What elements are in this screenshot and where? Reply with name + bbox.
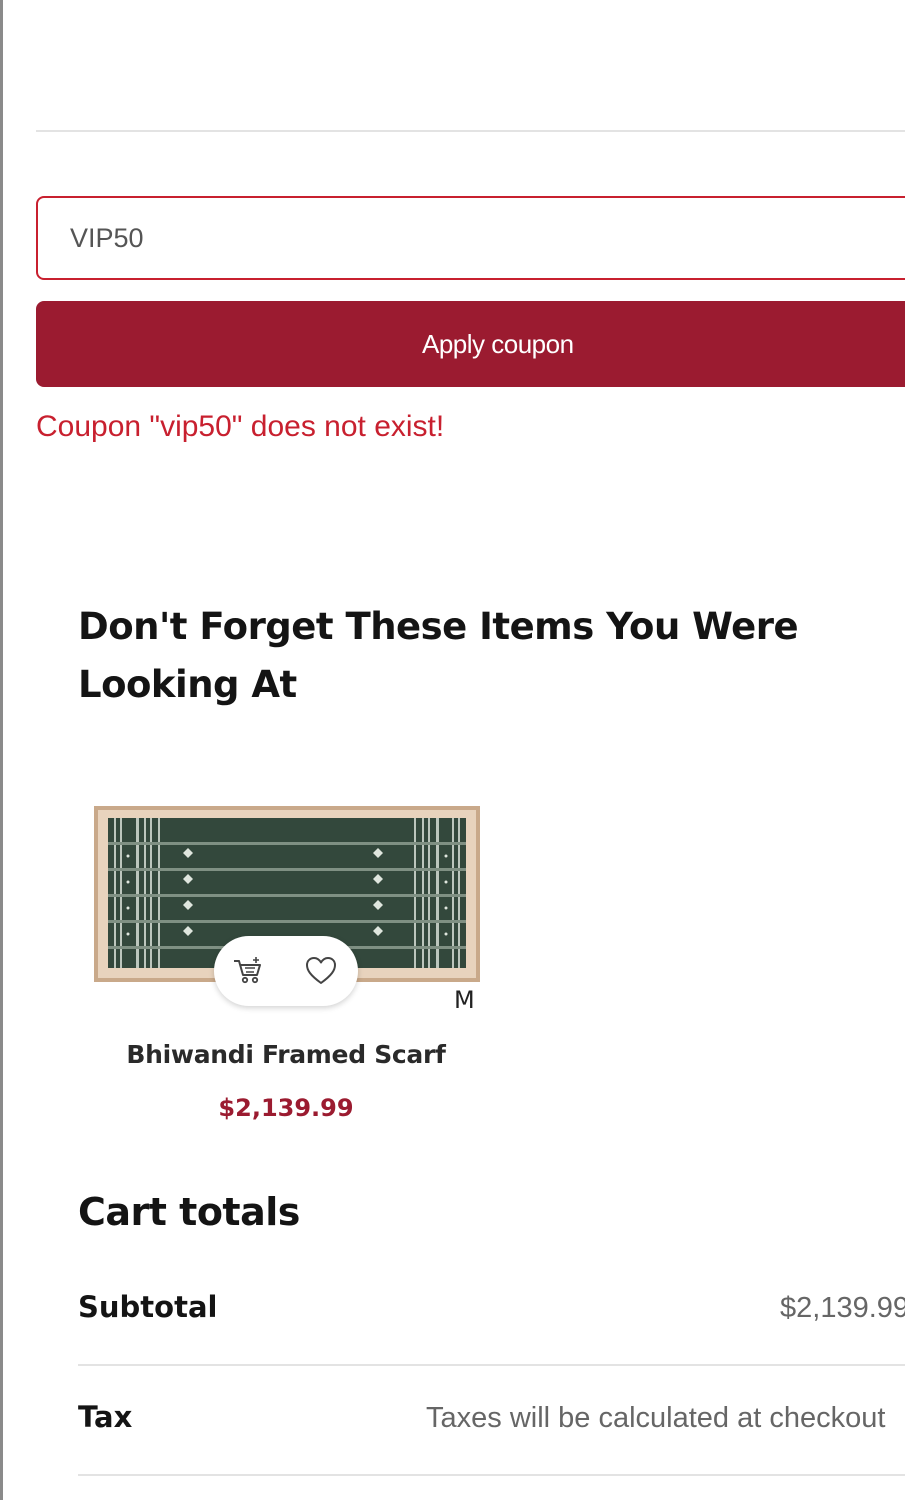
product-name-link[interactable]: Bhiwandi Framed Scarf bbox=[78, 1040, 494, 1069]
section-divider bbox=[36, 130, 905, 132]
tax-value: Taxes will be calculated at checkout bbox=[426, 1402, 886, 1434]
product-card: M Bhiwandi Framed Scarf $2,139.99 bbox=[78, 790, 488, 1140]
recently-viewed-heading: Don't Forget These Items You Were Lookin… bbox=[78, 605, 799, 706]
add-to-cart-icon[interactable] bbox=[231, 954, 265, 988]
subtotal-label: Subtotal bbox=[78, 1290, 218, 1324]
subtotal-value: $2,139.99 bbox=[780, 1292, 905, 1324]
coupon-error-message: Coupon "vip50" does not exist! bbox=[36, 410, 445, 443]
subtotal-row: Subtotal $2,139.99 bbox=[78, 1258, 905, 1366]
cart-totals-heading: Cart totals bbox=[78, 1190, 300, 1234]
apply-coupon-button[interactable]: Apply coupon bbox=[36, 301, 905, 387]
tax-label: Tax bbox=[78, 1400, 133, 1434]
brand-mark-icon: M bbox=[454, 986, 475, 1014]
coupon-code-input[interactable] bbox=[36, 196, 905, 280]
product-quick-actions bbox=[214, 936, 358, 1006]
product-price: $2,139.99 bbox=[218, 1094, 354, 1122]
tax-row: Tax Taxes will be calculated at checkout bbox=[78, 1366, 905, 1476]
cart-page: Apply coupon Coupon "vip50" does not exi… bbox=[0, 0, 905, 1500]
wishlist-heart-icon[interactable] bbox=[304, 954, 338, 988]
